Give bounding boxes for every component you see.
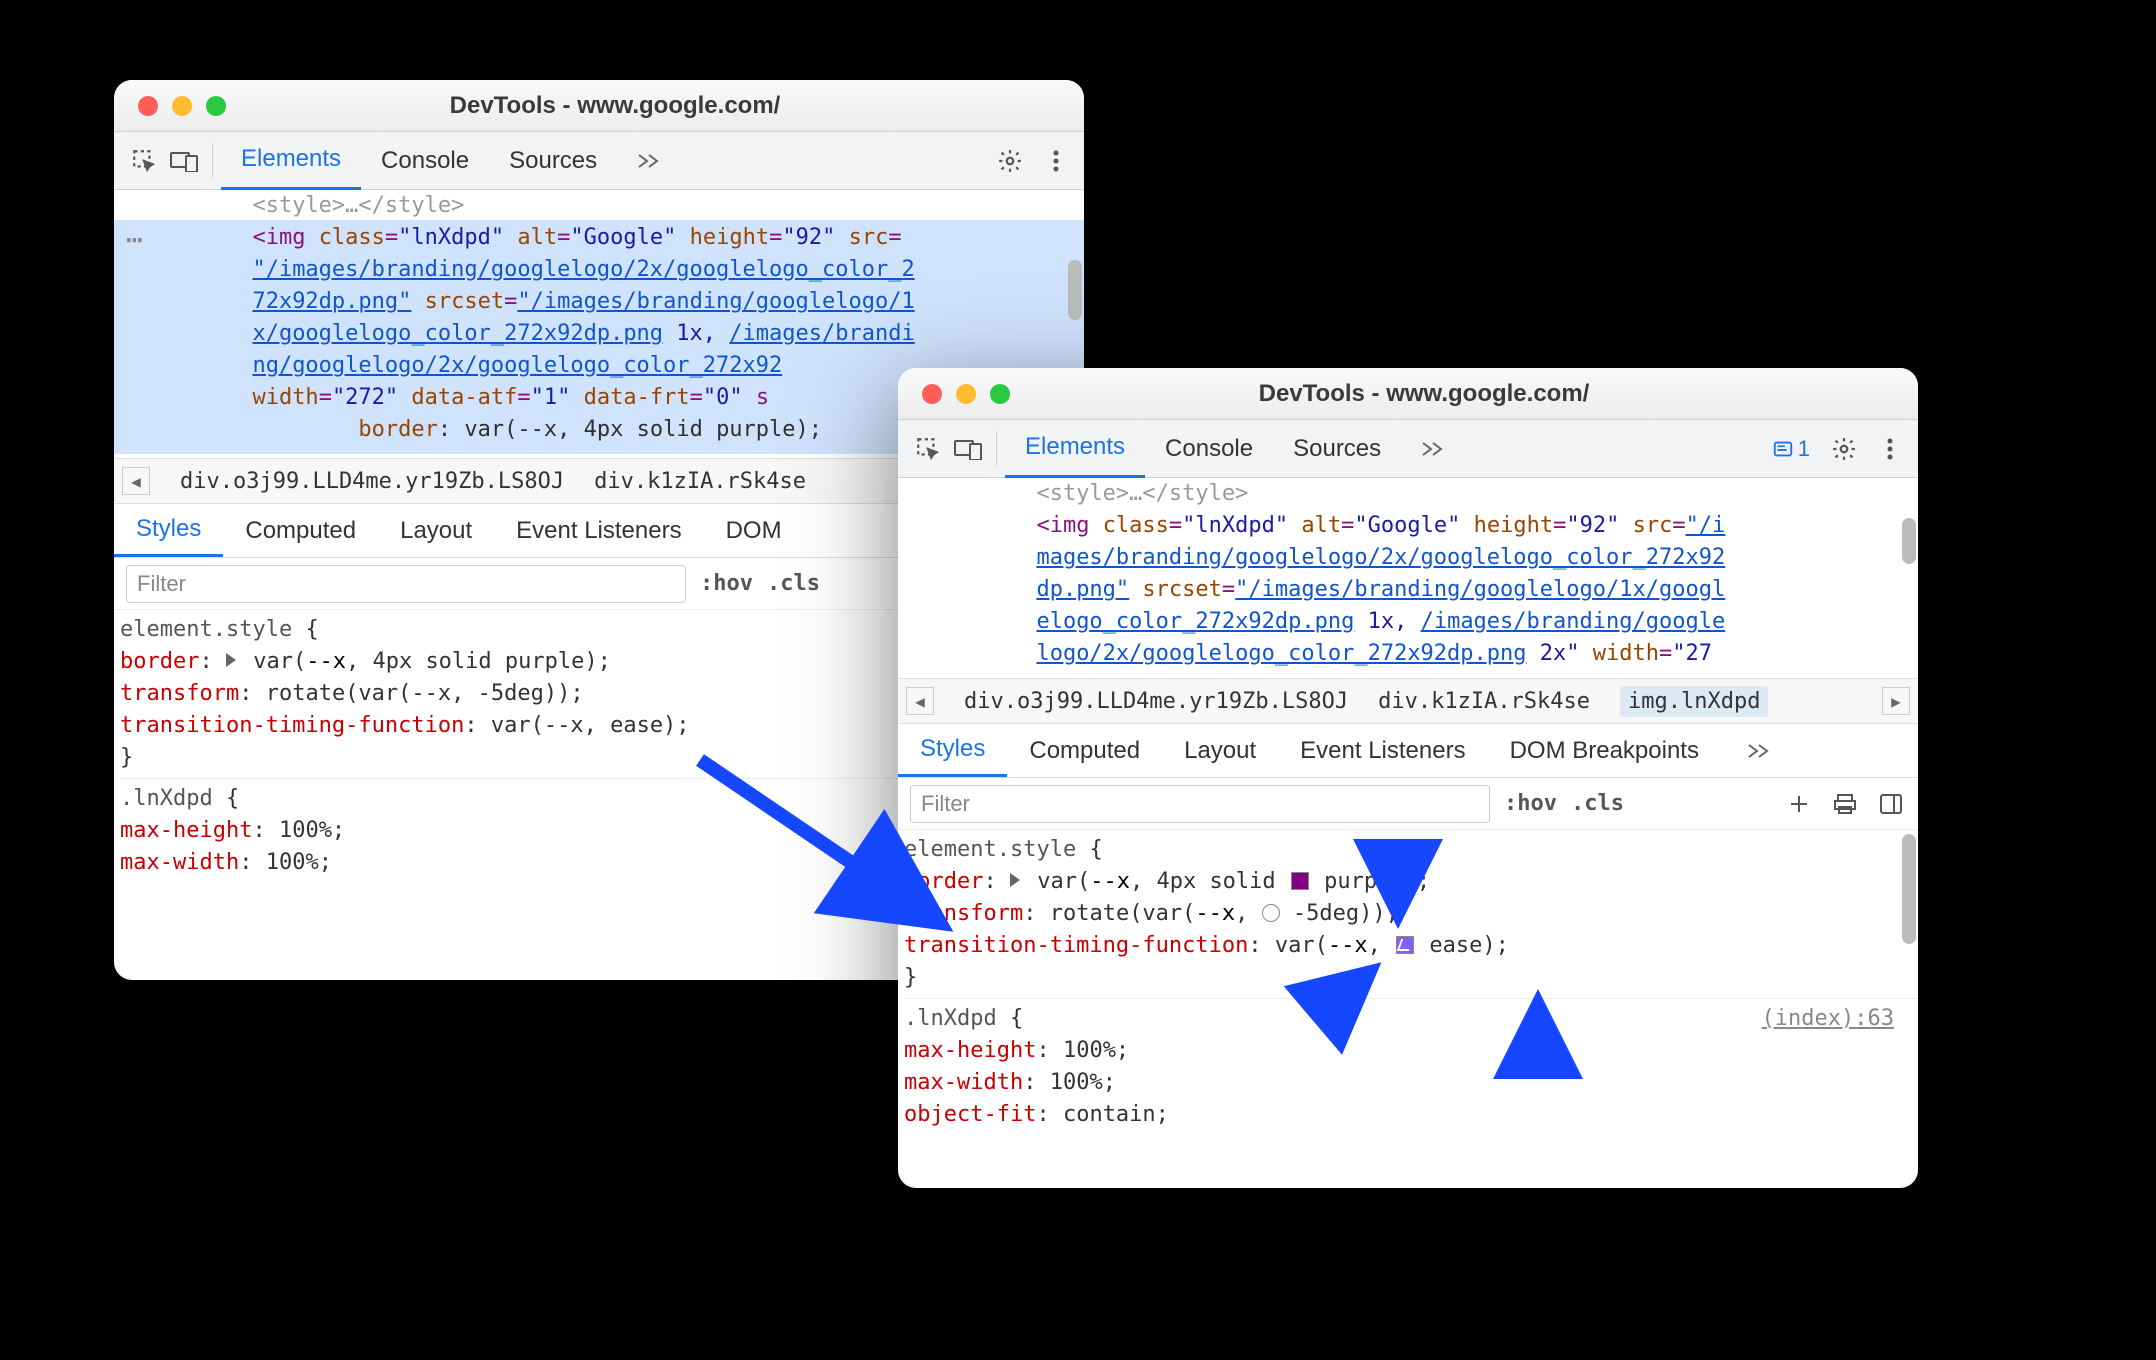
tab-more[interactable] xyxy=(1401,420,1465,478)
easing-swatch-icon[interactable] xyxy=(1396,936,1414,954)
breadcrumb-item-selected[interactable]: img.lnXdpd xyxy=(1620,686,1768,717)
subtab-event-listeners[interactable]: Event Listeners xyxy=(1278,724,1487,777)
gear-icon[interactable] xyxy=(992,143,1028,179)
gear-icon[interactable] xyxy=(1826,431,1862,467)
device-toggle-icon[interactable] xyxy=(948,429,988,469)
breadcrumb-back-icon[interactable]: ◀ xyxy=(906,687,934,715)
filter-input[interactable]: Filter xyxy=(126,565,686,603)
kebab-icon[interactable] xyxy=(1872,431,1908,467)
zoom-icon[interactable] xyxy=(206,96,226,116)
collapsed-style: <style>…</style> xyxy=(252,193,464,218)
inspect-icon[interactable] xyxy=(908,429,948,469)
traffic-lights xyxy=(898,384,1010,404)
hov-toggle[interactable]: :hov xyxy=(1504,791,1557,816)
minimize-icon[interactable] xyxy=(956,384,976,404)
subtab-dom[interactable]: DOM xyxy=(704,504,804,557)
kebab-icon[interactable] xyxy=(1038,143,1074,179)
filter-input[interactable]: Filter xyxy=(910,785,1490,823)
traffic-lights xyxy=(114,96,226,116)
subtab-computed[interactable]: Computed xyxy=(223,504,378,557)
tab-console[interactable]: Console xyxy=(361,132,489,190)
breadcrumb-back-icon[interactable]: ◀ xyxy=(122,467,150,495)
expand-triangle-icon[interactable] xyxy=(1010,873,1020,887)
expand-triangle-icon[interactable] xyxy=(226,653,236,667)
cls-toggle[interactable]: .cls xyxy=(1571,791,1624,816)
subtab-dom[interactable]: DOM Breakpoints xyxy=(1488,724,1721,777)
minimize-icon[interactable] xyxy=(172,96,192,116)
device-toggle-icon[interactable] xyxy=(164,141,204,181)
subtab-computed[interactable]: Computed xyxy=(1007,724,1162,777)
print-icon[interactable] xyxy=(1830,789,1860,819)
filter-bar: Filter :hov .cls xyxy=(898,778,1918,830)
subtab-event-listeners[interactable]: Event Listeners xyxy=(494,504,703,557)
inspect-icon[interactable] xyxy=(124,141,164,181)
subtab-layout[interactable]: Layout xyxy=(1162,724,1278,777)
close-icon[interactable] xyxy=(138,96,158,116)
source-link[interactable]: (index):63 xyxy=(1762,1003,1918,1035)
issues-chip[interactable]: 1 xyxy=(1766,436,1816,462)
dom-pane[interactable]: <style>…</style> <img class="lnXdpd" alt… xyxy=(898,478,1918,678)
tab-console[interactable]: Console xyxy=(1145,420,1273,478)
close-icon[interactable] xyxy=(922,384,942,404)
devtools-window-right: DevTools - www.google.com/ Elements Cons… xyxy=(898,368,1918,1188)
tab-elements[interactable]: Elements xyxy=(221,132,361,190)
breadcrumb-item[interactable]: div.k1zIA.rSk4se xyxy=(1378,689,1590,714)
window-title: DevTools - www.google.com/ xyxy=(1010,380,1918,408)
breadcrumb-item[interactable]: div.o3j99.LLD4me.yr19Zb.LS8OJ xyxy=(180,469,564,494)
titlebar[interactable]: DevTools - www.google.com/ xyxy=(114,80,1084,132)
breadcrumb[interactable]: ◀ div.o3j99.LLD4me.yr19Zb.LS8OJ div.k1zI… xyxy=(898,678,1918,724)
zoom-icon[interactable] xyxy=(990,384,1010,404)
titlebar[interactable]: DevTools - www.google.com/ xyxy=(898,368,1918,420)
hov-toggle[interactable]: :hov xyxy=(700,571,753,596)
new-rule-icon[interactable] xyxy=(1784,789,1814,819)
breadcrumb-item[interactable]: div.o3j99.LLD4me.yr19Zb.LS8OJ xyxy=(964,689,1348,714)
window-title: DevTools - www.google.com/ xyxy=(226,92,1084,120)
color-swatch-icon[interactable] xyxy=(1291,872,1309,890)
tab-sources[interactable]: Sources xyxy=(489,132,617,190)
tab-sources[interactable]: Sources xyxy=(1273,420,1401,478)
styles-pane[interactable]: element.style { border: var(--x, 4px sol… xyxy=(898,830,1918,1188)
ellipsis-icon[interactable]: ⋯ xyxy=(126,224,146,256)
main-toolbar: Elements Console Sources 1 xyxy=(898,420,1918,478)
cls-toggle[interactable]: .cls xyxy=(767,571,820,596)
subtab-layout[interactable]: Layout xyxy=(378,504,494,557)
subtab-more[interactable] xyxy=(1725,724,1793,777)
breadcrumb-item[interactable]: div.k1zIA.rSk4se xyxy=(594,469,806,494)
tab-more[interactable] xyxy=(617,132,681,190)
main-toolbar: Elements Console Sources xyxy=(114,132,1084,190)
panel-icon[interactable] xyxy=(1876,789,1906,819)
styles-subtabs: Styles Computed Layout Event Listeners D… xyxy=(898,724,1918,778)
subtab-styles[interactable]: Styles xyxy=(114,504,223,557)
tab-elements[interactable]: Elements xyxy=(1005,420,1145,478)
breadcrumb-fwd-icon[interactable]: ▶ xyxy=(1882,687,1910,715)
subtab-styles[interactable]: Styles xyxy=(898,724,1007,777)
angle-swatch-icon[interactable] xyxy=(1262,904,1280,922)
